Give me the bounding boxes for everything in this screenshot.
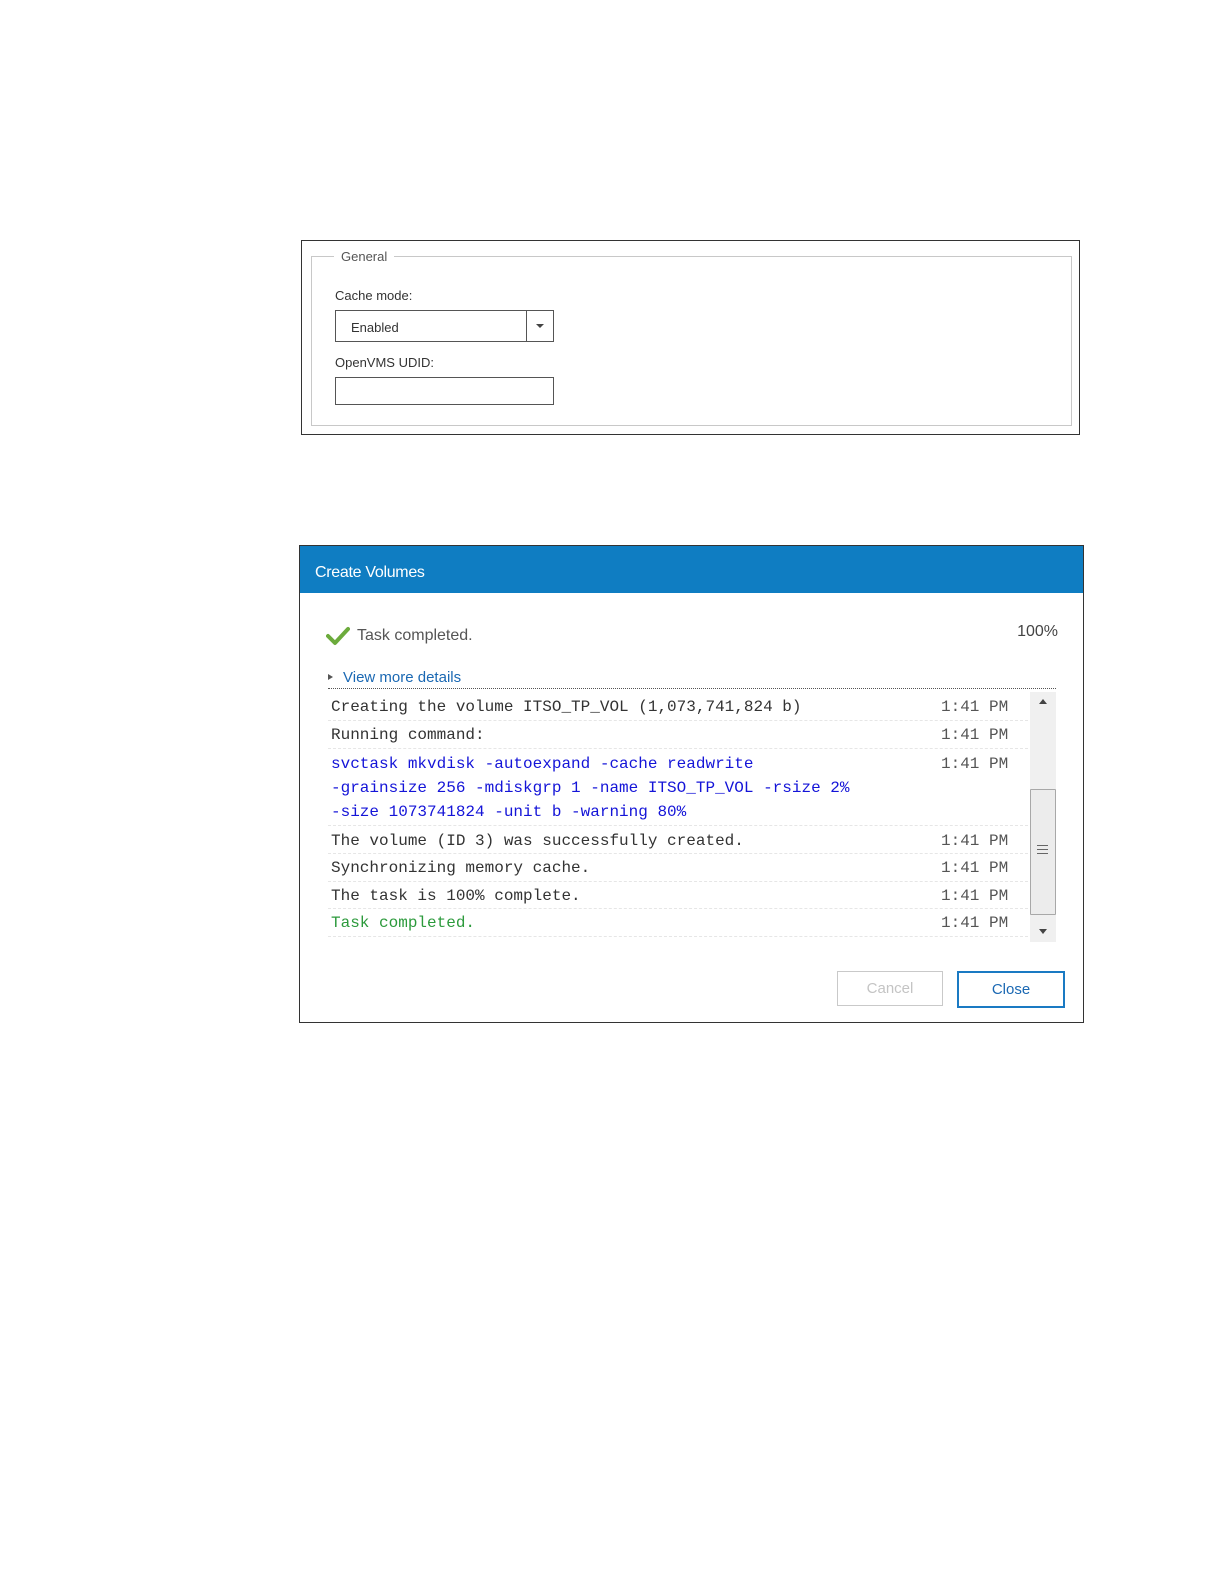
dialog-title: Create Volumes	[315, 564, 425, 581]
task-log-panel: Creating the volume ITSO_TP_VOL (1,073,7…	[328, 692, 1056, 942]
log-message: svctask mkvdisk -autoexpand -cache readw…	[331, 755, 850, 821]
close-button[interactable]: Close	[957, 971, 1065, 1008]
log-time: 1:41 PM	[941, 726, 1009, 744]
log-time: 1:41 PM	[941, 698, 1009, 716]
scrollbar-thumb[interactable]	[1030, 789, 1056, 915]
log-time: 1:41 PM	[941, 859, 1009, 877]
dialog-header: Create Volumes	[300, 546, 1083, 593]
general-legend: General	[334, 249, 395, 264]
chevron-down-icon[interactable]	[526, 311, 553, 341]
cache-mode-selected-value: Enabled	[351, 320, 399, 335]
log-entry: Task completed. 1:41 PM	[328, 908, 1028, 937]
checkmark-icon	[326, 627, 350, 645]
log-message: Creating the volume ITSO_TP_VOL (1,073,7…	[331, 698, 802, 716]
openvms-udid-label: OpenVMS UDID:	[335, 355, 434, 370]
log-message: The task is 100% complete.	[331, 887, 581, 905]
log-message: Task completed.	[331, 914, 476, 932]
log-time: 1:41 PM	[941, 755, 1009, 773]
log-message: The volume (ID 3) was successfully creat…	[331, 832, 744, 850]
task-log-list: Creating the volume ITSO_TP_VOL (1,073,7…	[328, 692, 1028, 942]
scroll-down-arrow-icon[interactable]	[1030, 922, 1056, 942]
log-entry: Synchronizing memory cache. 1:41 PM	[328, 853, 1028, 882]
log-time: 1:41 PM	[941, 887, 1009, 905]
log-entry: Running command: 1:41 PM	[328, 720, 1028, 749]
log-entry: The volume (ID 3) was successfully creat…	[328, 826, 1028, 854]
cancel-button[interactable]: Cancel	[837, 971, 943, 1006]
log-entry: svctask mkvdisk -autoexpand -cache readw…	[328, 749, 1028, 826]
log-message: Running command:	[331, 726, 485, 744]
general-fieldset: General Cache mode: Enabled OpenVMS UDID…	[311, 249, 1072, 426]
create-volumes-dialog: Create Volumes Task completed. 100% View…	[299, 545, 1084, 1023]
log-entry: Creating the volume ITSO_TP_VOL (1,073,7…	[328, 692, 1028, 721]
log-entry: The task is 100% complete. 1:41 PM	[328, 881, 1028, 909]
cache-mode-select[interactable]: Enabled	[335, 310, 554, 342]
log-time: 1:41 PM	[941, 914, 1009, 932]
grip-lines-icon	[1037, 845, 1048, 856]
task-status-text: Task completed.	[357, 627, 473, 644]
log-scrollbar[interactable]	[1030, 692, 1056, 942]
log-time: 1:41 PM	[941, 832, 1009, 850]
cache-mode-label: Cache mode:	[335, 288, 413, 303]
general-settings-panel: General Cache mode: Enabled OpenVMS UDID…	[301, 240, 1080, 435]
task-progress-percent: 100%	[1017, 623, 1058, 640]
expand-triangle-icon[interactable]	[328, 674, 333, 680]
log-message: Synchronizing memory cache.	[331, 859, 591, 877]
details-divider	[328, 688, 1056, 689]
view-more-details-link[interactable]: View more details	[343, 669, 461, 686]
openvms-udid-input[interactable]	[335, 377, 554, 405]
scroll-up-arrow-icon[interactable]	[1030, 692, 1056, 712]
